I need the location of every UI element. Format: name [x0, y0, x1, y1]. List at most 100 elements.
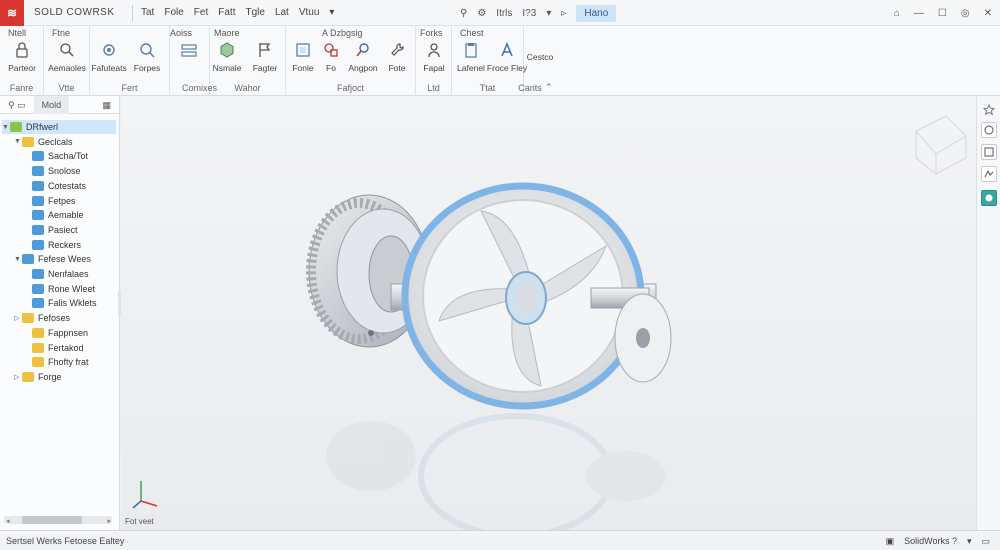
- tree-expander-icon[interactable]: ▷: [14, 314, 22, 322]
- ribbon-button-nsmale[interactable]: Nsmale: [206, 40, 248, 73]
- tree-node[interactable]: Snolose: [24, 164, 81, 178]
- feature-icon: [32, 342, 44, 353]
- group-title: Fert: [121, 83, 138, 93]
- task-pane: [976, 96, 1000, 530]
- ribbon-button-cestco[interactable]: Cestco: [519, 52, 561, 62]
- menu-item-2[interactable]: Fole: [164, 7, 183, 18]
- gear-icon[interactable]: ⚙: [477, 8, 486, 19]
- settings-icon[interactable]: ◎: [961, 8, 970, 19]
- tree-node[interactable]: Fappnsen: [24, 326, 88, 340]
- ribbon-button-forpes[interactable]: Forpes: [126, 40, 168, 73]
- ribbon-group-1: Ntell Parteor Fanre: [0, 26, 44, 96]
- file-explorer-icon[interactable]: [981, 166, 997, 182]
- status-right-area: ▣ SolidWorks ? ▾ ▭: [886, 531, 990, 550]
- tab-mold[interactable]: Mold: [33, 95, 70, 114]
- cube-icon: [217, 40, 237, 60]
- tree-node[interactable]: Fetpes: [24, 194, 76, 208]
- ribbon-button-fafuteats[interactable]: Fafuteats: [88, 40, 130, 73]
- help-icon[interactable]: ⌂: [894, 8, 900, 19]
- feature-icon: [22, 136, 34, 147]
- feature-icon: [32, 180, 44, 191]
- tree-node[interactable]: Falis Wklets: [24, 296, 97, 310]
- resources-icon[interactable]: [981, 122, 997, 138]
- ribbon-button-fote[interactable]: Fote: [376, 40, 418, 73]
- tree-node[interactable]: Rone Wleet: [24, 282, 95, 296]
- tool-label-2[interactable]: I?3: [522, 8, 536, 19]
- tree-node-label: Fetpes: [48, 195, 76, 206]
- ribbon-button-aemaoles[interactable]: Aemaoles: [46, 40, 88, 73]
- tree-expander-icon[interactable]: ▷: [14, 373, 22, 381]
- pin-icon[interactable]: ⚲: [460, 8, 467, 19]
- chevron-down-icon[interactable]: ▾: [546, 8, 551, 19]
- star-icon[interactable]: [981, 102, 997, 118]
- menu-item-4[interactable]: Fatt: [218, 7, 235, 18]
- tree-node[interactable]: ▷ Fefoses: [14, 311, 70, 325]
- button-label: Angpon: [348, 63, 378, 73]
- restore-icon[interactable]: ☐: [938, 8, 947, 19]
- scroll-right-icon[interactable]: ▸: [107, 517, 111, 525]
- group-top-label: Chest: [460, 28, 484, 38]
- scrollbar-thumb[interactable]: [22, 516, 82, 524]
- appearance-icon[interactable]: [981, 190, 997, 206]
- tree-node[interactable]: Nenfalaes: [24, 267, 89, 281]
- ribbon-group-5: Maore Nsmale Fagter Wahor: [210, 26, 286, 96]
- menu-item-6[interactable]: Lat: [275, 7, 289, 18]
- 3d-model-assembly[interactable]: [121, 96, 976, 530]
- status-caret[interactable]: ▾: [967, 536, 972, 547]
- tree-expander-icon[interactable]: ▼: [14, 256, 22, 263]
- resize-grip-icon[interactable]: ▭: [981, 536, 990, 547]
- tree-node[interactable]: Sacha/Tot: [24, 149, 88, 163]
- library-icon[interactable]: [981, 144, 997, 160]
- ribbon-button-fagter[interactable]: Fagter: [244, 40, 286, 73]
- menu-item-1[interactable]: Tat: [141, 7, 154, 18]
- tree-expander-icon[interactable]: ▼: [14, 138, 22, 145]
- feature-icon: [32, 239, 44, 250]
- ribbon-collapse-caret[interactable]: ⌃: [545, 82, 553, 93]
- shapes-icon: [321, 40, 341, 60]
- view-cube[interactable]: [915, 115, 967, 176]
- status-product[interactable]: SolidWorks ?: [904, 536, 957, 546]
- tree-root-node[interactable]: ▼ DRfwerl: [2, 120, 116, 134]
- tree-node[interactable]: Pasiect: [24, 223, 78, 237]
- tool-label-1[interactable]: Itrls: [496, 8, 512, 19]
- menu-item-5[interactable]: Tgle: [245, 7, 264, 18]
- text-a-icon: [497, 40, 517, 60]
- pin-icon: [353, 40, 373, 60]
- tree-expander-icon[interactable]: ▼: [2, 124, 10, 131]
- ribbon-button-fapal[interactable]: Fapal: [413, 40, 455, 73]
- group-top-label: Aoiss: [170, 28, 193, 38]
- tree-node[interactable]: Aemable: [24, 208, 84, 222]
- arrow-left-icon[interactable]: ▹: [561, 8, 566, 19]
- tree-node[interactable]: ▼ Fefese Wees: [14, 252, 91, 266]
- graphics-viewport[interactable]: Fot veet: [121, 96, 976, 530]
- group-title: Vtte: [58, 83, 75, 93]
- feature-icon: [32, 283, 44, 294]
- tree-node[interactable]: ▼ Geclcals: [14, 135, 73, 149]
- feature-icon: [32, 224, 44, 235]
- tree-node[interactable]: Cotestats: [24, 179, 86, 193]
- tree-node[interactable]: Fertakod: [24, 341, 84, 355]
- button-label: Nsmale: [212, 63, 242, 73]
- solidworks-window: ≋ SOLD COWRSK Tat Fole Fet Fatt Tgle Lat…: [0, 0, 1000, 550]
- menu-caret[interactable]: ▾: [329, 7, 334, 18]
- feature-icon: [22, 313, 34, 324]
- panel-options-icon[interactable]: ▦: [94, 96, 119, 114]
- app-logo-icon[interactable]: ≋: [0, 0, 24, 26]
- tree-node-label: Sacha/Tot: [48, 151, 89, 162]
- scroll-left-icon[interactable]: ◂: [6, 517, 10, 525]
- tree-node[interactable]: Fhofty frat: [24, 355, 89, 369]
- units-icon[interactable]: ▣: [886, 536, 895, 547]
- tree-node-label: Fhofty frat: [48, 357, 89, 368]
- close-icon[interactable]: ✕: [984, 8, 992, 19]
- ribbon-button-slider[interactable]: [168, 40, 210, 63]
- tree-node[interactable]: ▷ Forge: [14, 370, 62, 384]
- ribbon-button-parteor[interactable]: Parteor: [1, 40, 43, 73]
- tab-home[interactable]: Hano: [576, 4, 617, 22]
- menu-item-3[interactable]: Fet: [194, 7, 208, 18]
- tree-node[interactable]: Reckers: [24, 238, 81, 252]
- minimize-icon[interactable]: —: [914, 8, 924, 19]
- tab-feature-manager[interactable]: ⚲ ▭: [0, 96, 34, 114]
- menu-item-7[interactable]: Vtuu: [299, 7, 320, 18]
- title-separator: [132, 4, 133, 21]
- horizontal-scrollbar[interactable]: [4, 516, 112, 524]
